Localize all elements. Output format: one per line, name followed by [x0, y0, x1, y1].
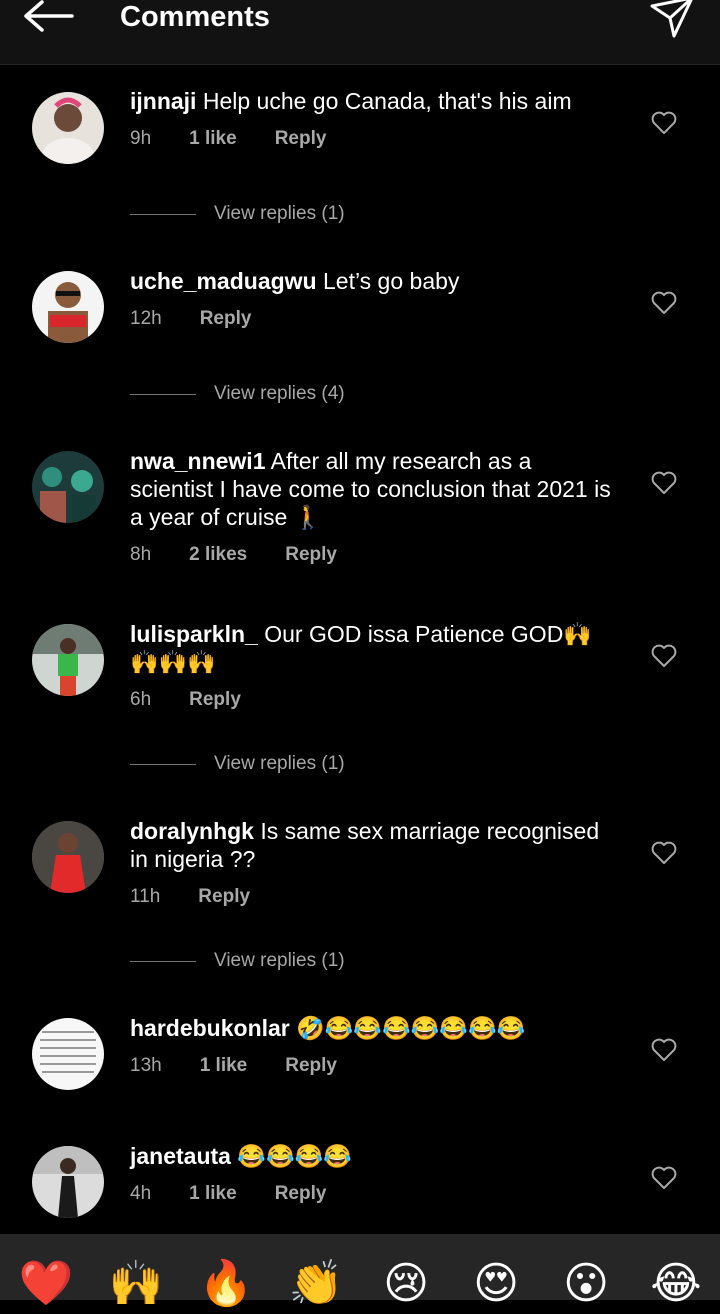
comment-body: hardebukonlar 🤣😂😂😂😂😂😂😂 [130, 1014, 620, 1042]
view-replies-divider [130, 764, 196, 765]
comment-username[interactable]: nwa_nnewi1 [130, 448, 265, 474]
comment-meta: 9h 1 like Reply [130, 128, 364, 150]
comment-body: lulisparkln_ Our GOD issa Patience GOD🙌🙌… [130, 620, 620, 676]
reaction-laughing[interactable]: 😂 [646, 1254, 706, 1314]
reply-button[interactable]: Reply [200, 308, 252, 329]
view-replies-button[interactable]: View replies (1) [130, 947, 530, 977]
reaction-raised-hands[interactable]: 🙌 [106, 1254, 166, 1314]
reaction-fire[interactable]: 🔥 [196, 1254, 256, 1314]
reply-button[interactable]: Reply [275, 1183, 327, 1204]
heart-icon[interactable] [651, 291, 677, 315]
view-replies-divider [130, 394, 196, 395]
reaction-crying[interactable]: 😢 [376, 1254, 436, 1314]
comment-likes[interactable]: 2 likes [189, 544, 247, 565]
comment-likes[interactable]: 1 like [189, 128, 237, 149]
heart-icon[interactable] [651, 644, 677, 668]
view-replies-divider [130, 214, 196, 215]
comment-meta: 4h 1 like Reply [130, 1183, 364, 1205]
comment-time: 12h [130, 308, 162, 329]
comment-username[interactable]: lulisparkln_ [130, 621, 258, 647]
comment-text: Help uche go Canada, that's his aim [202, 88, 572, 114]
avatar[interactable] [32, 271, 104, 343]
avatar[interactable] [32, 451, 104, 523]
heart-icon[interactable] [651, 841, 677, 865]
reaction-heart-eyes[interactable]: 😍 [466, 1254, 526, 1314]
avatar[interactable] [32, 1018, 104, 1090]
comment-meta: 11h Reply [130, 886, 288, 908]
comment-time: 8h [130, 544, 152, 565]
heart-icon[interactable] [651, 471, 677, 495]
view-replies-label[interactable]: View replies (1) [214, 200, 345, 228]
comment-username[interactable]: hardebukonlar [130, 1015, 290, 1041]
reply-button[interactable]: Reply [275, 128, 327, 149]
reply-button[interactable]: Reply [189, 689, 241, 710]
view-replies-label[interactable]: View replies (1) [214, 947, 345, 975]
reply-button[interactable]: Reply [285, 1055, 337, 1076]
comment-time: 13h [130, 1055, 162, 1076]
comment-time: 11h [130, 886, 161, 907]
avatar[interactable] [32, 821, 104, 893]
comment-text: 🤣😂😂😂😂😂😂😂 [296, 1015, 526, 1041]
comment-time: 9h [130, 128, 152, 149]
comment-meta: 6h Reply [130, 689, 279, 711]
back-arrow-icon[interactable] [22, 0, 74, 36]
reply-button[interactable]: Reply [285, 544, 337, 565]
comment-username[interactable]: uche_maduagwu [130, 268, 317, 294]
heart-icon[interactable] [651, 1166, 677, 1190]
header-bar: Comments [0, 0, 720, 65]
comment-body: janetauta 😂😂😂😂 [130, 1142, 620, 1170]
comment-text: Let’s go baby [323, 268, 460, 294]
reaction-heart[interactable]: ❤️ [16, 1254, 76, 1314]
reaction-clapping[interactable]: 👏 [286, 1254, 346, 1314]
view-replies-label[interactable]: View replies (1) [214, 750, 345, 778]
send-icon[interactable] [648, 0, 696, 40]
view-replies-button[interactable]: View replies (4) [130, 380, 530, 410]
avatar[interactable] [32, 624, 104, 696]
avatar[interactable] [32, 92, 104, 164]
comment-likes[interactable]: 1 like [200, 1055, 248, 1076]
comment-username[interactable]: ijnnaji [130, 88, 196, 114]
comment-body: doralynhgk Is same sex marriage recognis… [130, 817, 620, 873]
comment-username[interactable]: doralynhgk [130, 818, 254, 844]
comment-likes[interactable]: 1 like [189, 1183, 237, 1204]
comment-time: 4h [130, 1183, 152, 1204]
comment-username[interactable]: janetauta [130, 1143, 231, 1169]
heart-icon[interactable] [651, 1038, 677, 1062]
emoji-reaction-bar: ❤️ 🙌 🔥 👏 😢 😍 😮 😂 [0, 1234, 720, 1309]
avatar[interactable] [32, 1146, 104, 1218]
comment-text: 😂😂😂😂 [237, 1143, 352, 1169]
comment-meta: 12h Reply [130, 308, 289, 330]
comment-meta: 8h 2 likes Reply [130, 544, 375, 566]
reaction-surprised[interactable]: 😮 [556, 1254, 616, 1314]
view-replies-button[interactable]: View replies (1) [130, 200, 530, 230]
heart-icon[interactable] [651, 111, 677, 135]
comment-body: nwa_nnewi1 After all my research as a sc… [130, 447, 620, 531]
comment-time: 6h [130, 689, 152, 710]
reply-button[interactable]: Reply [198, 886, 250, 907]
comment-body: uche_maduagwu Let’s go baby [130, 267, 620, 295]
comment-body: ijnnaji Help uche go Canada, that's his … [130, 87, 620, 115]
comment-meta: 13h 1 like Reply [130, 1055, 375, 1077]
view-replies-divider [130, 961, 196, 962]
view-replies-button[interactable]: View replies (1) [130, 750, 530, 780]
view-replies-label[interactable]: View replies (4) [214, 380, 345, 408]
page-title: Comments [120, 1, 270, 33]
